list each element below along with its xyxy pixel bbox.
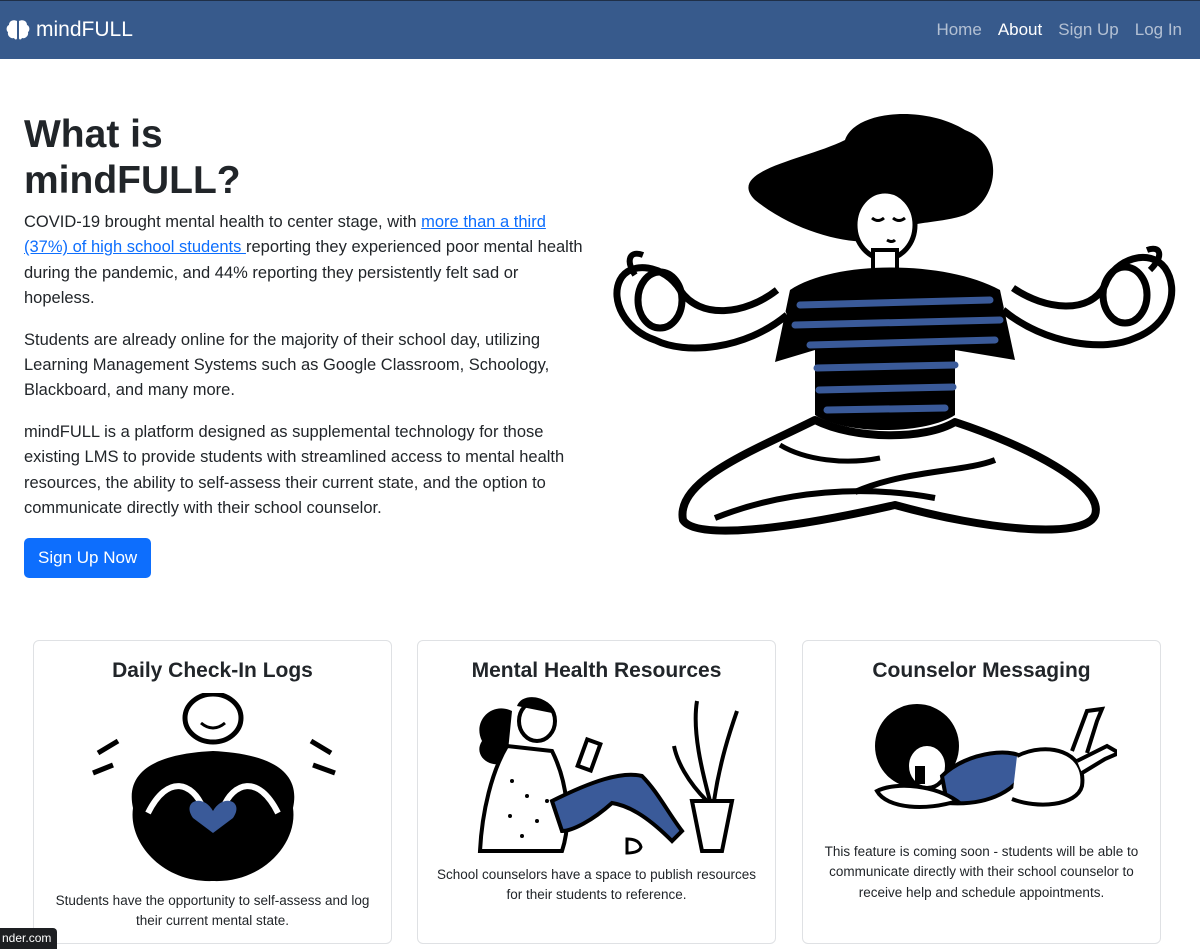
navbar: mindFULL Home About Sign Up Log In [0,0,1200,59]
page-title: What is mindFULL? [24,112,584,204]
feature-card-messaging: Counselor Messaging This feature is comi… [802,640,1161,944]
card-title: Counselor Messaging [872,659,1091,682]
nav-home[interactable]: Home [928,20,989,40]
brand-name: mindFULL [36,18,133,41]
meditating-person-illustration [605,100,1185,545]
platform-paragraph: mindFULL is a platform designed as suppl… [24,422,565,518]
card-description: This feature is coming soon - students w… [824,844,1139,900]
heart-hug-illustration [73,691,353,883]
card-title: Daily Check-In Logs [112,659,313,682]
card-title: Mental Health Resources [471,659,722,682]
intro-text-before: COVID-19 brought mental health to center… [24,213,422,231]
brain-icon [6,19,30,41]
title-line-1: What is [24,113,163,156]
sign-up-now-button[interactable]: Sign Up Now [24,538,152,579]
hero-section: What is mindFULL? COVID-19 brought menta… [24,112,584,579]
lms-paragraph: Students are already online for the majo… [24,330,550,400]
phone-person-illustration [847,691,1123,831]
card-description: School counselors have a space to publis… [437,867,756,903]
feature-card-resources: Mental Health Resources School counselor… [417,640,776,944]
status-url-tooltip: nder.com [0,928,58,949]
nav-sign-up[interactable]: Sign Up [1050,20,1126,40]
nav-links: Home About Sign Up Log In [928,20,1190,40]
nav-log-in[interactable]: Log In [1127,20,1190,40]
title-line-2: mindFULL? [24,159,241,202]
brand-link[interactable]: mindFULL [6,18,133,42]
reading-person-illustration [452,691,742,861]
card-description: Students have the opportunity to self-as… [55,893,370,929]
intro-paragraph: COVID-19 brought mental health to center… [24,210,584,312]
nav-about[interactable]: About [990,20,1050,40]
feature-card-check-in: Daily Check-In Logs Students have the op… [33,640,392,944]
